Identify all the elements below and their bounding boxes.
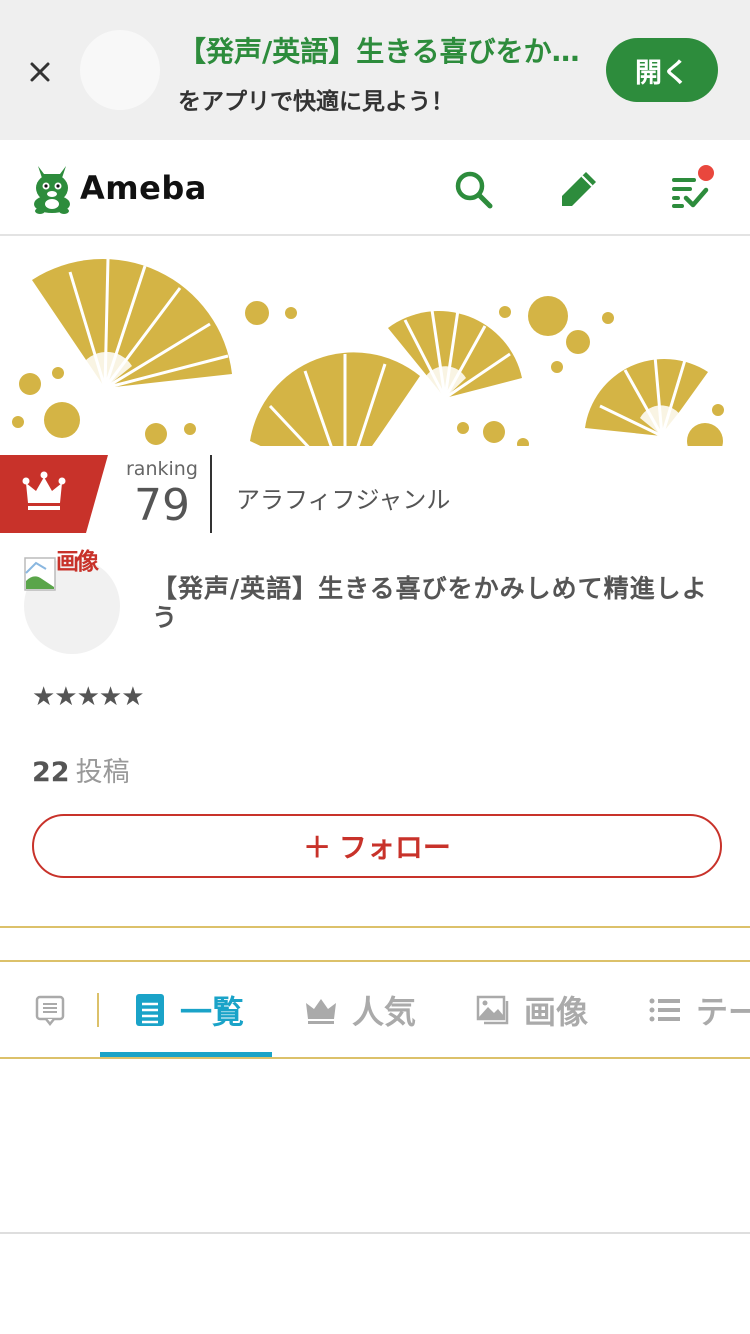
document-icon xyxy=(136,994,164,1026)
list-icon xyxy=(649,998,680,1022)
tab-list-label: 一覧 xyxy=(180,993,245,1031)
tab-popular-label: 人気 xyxy=(352,993,417,1031)
rating-stars: ★★★★★ xyxy=(32,682,145,712)
tab-images-label: 画像 xyxy=(524,993,589,1031)
message-icon xyxy=(35,995,65,1026)
pencil-icon[interactable] xyxy=(558,168,600,210)
tab-popular[interactable]: 人気 xyxy=(304,962,416,1058)
post-count-number: 22 xyxy=(32,757,70,788)
ranking-label: ranking xyxy=(126,458,198,480)
blog-header-image xyxy=(0,236,750,446)
avatar-alt-text: 画像 xyxy=(56,549,99,575)
post-count-label: 投稿 xyxy=(75,757,130,788)
crown-icon xyxy=(306,999,336,1024)
notification-dot xyxy=(698,165,714,181)
ranking-crown-badge xyxy=(0,455,108,533)
banner-subtitle: をアプリで快適に見よう！ xyxy=(178,89,454,115)
tab-themes[interactable]: テーマ xyxy=(648,962,750,1058)
app-icon xyxy=(80,30,160,110)
tab-list[interactable]: 一覧 xyxy=(134,962,244,1058)
follow-button[interactable]: ＋ フォロー xyxy=(32,814,722,878)
open-app-button[interactable]: 開く xyxy=(606,38,718,102)
broken-image-icon xyxy=(24,557,56,591)
ranking-divider xyxy=(210,455,212,533)
tab-themes-label: テーマ xyxy=(696,993,750,1031)
ameba-mascot-icon xyxy=(34,166,70,214)
banner-title: 【発声/英語】生きる喜びをかみしめて精進しよう xyxy=(178,35,588,68)
tab-messages[interactable] xyxy=(34,962,66,1058)
tab-separator xyxy=(97,993,99,1027)
ranking-genre[interactable]: アラフィフジャンル xyxy=(236,480,450,515)
site-header: Ameba xyxy=(0,140,750,236)
divider xyxy=(0,1232,750,1234)
app-install-banner: 【発声/英語】生きる喜びをかみしめて精進しよう をアプリで快適に見よう！ 開く xyxy=(0,0,750,140)
divider xyxy=(0,1057,750,1059)
tab-images[interactable]: 画像 xyxy=(476,962,588,1058)
blog-title[interactable]: 【発声/英語】生きる喜びをかみしめて精進しよう xyxy=(152,574,722,632)
post-count: 22 投稿 xyxy=(32,750,130,789)
tab-bar: 一覧 人気 画像 テーマ xyxy=(0,962,750,1058)
close-icon[interactable] xyxy=(22,54,58,90)
image-icon xyxy=(476,995,509,1025)
ameba-logo[interactable]: Ameba xyxy=(30,160,207,216)
divider xyxy=(0,926,750,928)
search-icon[interactable] xyxy=(452,168,494,210)
logo-text: Ameba xyxy=(80,169,207,207)
ranking-number: 79 xyxy=(134,480,190,531)
golden-fans-illustration xyxy=(12,257,724,446)
